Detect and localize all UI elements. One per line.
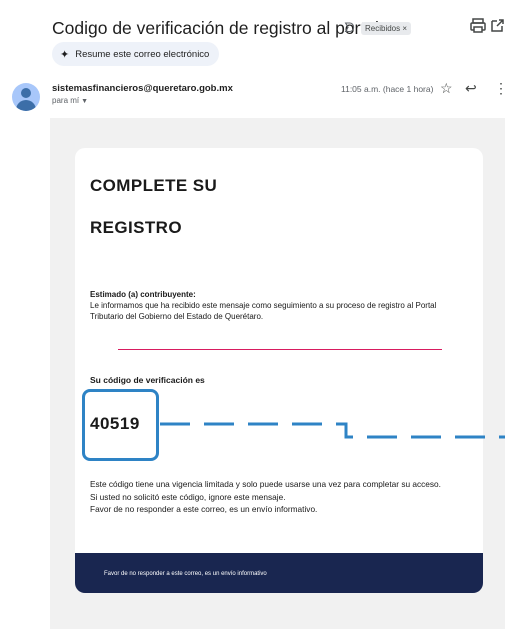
footer-bar: Favor de no responder a este correo, es … (75, 553, 483, 593)
footer-note-noreply: Favor de no responder a este correo, es … (90, 504, 318, 514)
sender-avatar[interactable] (12, 83, 40, 111)
heading-line-1: COMPLETE SU (90, 176, 218, 195)
open-in-new-window-icon[interactable] (489, 17, 505, 35)
reply-icon[interactable]: ↩ (465, 80, 477, 97)
print-icon[interactable] (469, 17, 487, 35)
message-timestamp: 11:05 a.m. (hace 1 hora) (341, 84, 434, 94)
importance-icon[interactable]: ᗤ (344, 20, 355, 36)
greeting: Estimado (a) contribuyente: (90, 290, 196, 299)
recipient-label: para mí (52, 96, 80, 105)
footer-note-validity: Este código tiene una vigencia limitada … (90, 479, 441, 489)
sparkle-icon: ✦ (60, 48, 70, 61)
heading-line-2: REGISTRO (90, 218, 182, 237)
intro-paragraph: Le informamos que ha recibido este mensa… (90, 301, 437, 321)
divider-line (118, 349, 442, 350)
verification-code-label: Su código de verificación es (90, 375, 205, 385)
summarize-email-label: Resume este correo electrónico (75, 48, 210, 60)
verification-code: 40519 (90, 414, 140, 433)
avatar-body-shape (16, 100, 36, 111)
gmail-message-view: Codigo de verificación de registro al po… (0, 0, 505, 629)
avatar-head-shape (21, 88, 31, 98)
chevron-down-icon: ▼ (81, 98, 89, 105)
email-content-card: COMPLETE SU REGISTRO Estimado (a) contri… (75, 148, 483, 593)
more-vert-icon[interactable]: ⋮ (494, 80, 505, 97)
star-icon[interactable]: ☆ (440, 80, 453, 97)
footer-notes: Este código tiene una vigencia limitada … (90, 478, 480, 516)
footer-note-ignore: Si usted no solicitó este código, ignore… (90, 491, 286, 502)
recipient-toggle[interactable]: para mí ▼ (52, 96, 88, 105)
footer-bar-text: Favor de no responder a este correo, es … (104, 571, 267, 577)
email-subject: Codigo de verificación de registro al po… (52, 18, 379, 38)
sender-address[interactable]: sistemasfinancieros@queretaro.gob.mx (52, 83, 233, 94)
summarize-email-button[interactable]: ✦ Resume este correo electrónico (52, 42, 220, 66)
inbox-label-chip[interactable]: Recibidos × (361, 22, 412, 35)
